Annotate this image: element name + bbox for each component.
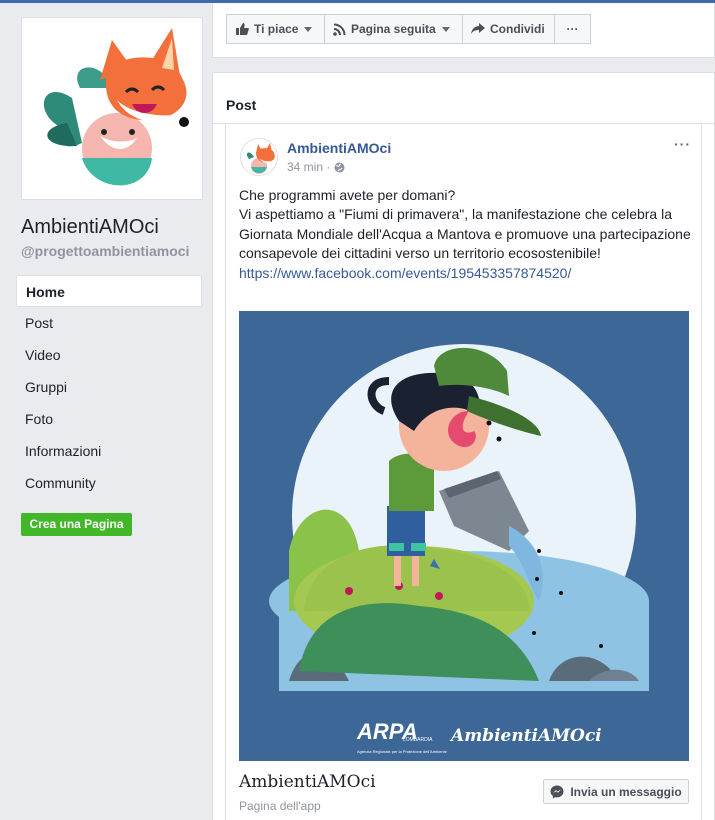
brand-wordmark: AmbientiAMOci (449, 726, 602, 746)
posts-section-title: Post (226, 97, 257, 113)
app-card-subtitle: Pagina dell'app (239, 799, 321, 813)
more-dots-icon: ··· (566, 22, 579, 36)
chevron-down-icon (441, 26, 450, 32)
nav-item-home[interactable]: Home (16, 275, 202, 307)
page-name[interactable]: AmbientiAMOci (21, 216, 159, 239)
arpa-logo-tagline: Agenzia Regionale per la Protezione dell… (357, 749, 448, 754)
like-button[interactable]: Ti piace (226, 14, 325, 44)
main-column: Ti piace Pagina seguita Condividi ··· Po… (212, 3, 715, 820)
page-handle: @progettoambientiamoci (21, 243, 190, 259)
thumbs-up-icon (235, 22, 249, 36)
share-arrow-icon (471, 23, 485, 35)
post-time[interactable]: 34 min · (287, 160, 330, 174)
post-meta: 34 min · (287, 160, 345, 174)
follow-label: Pagina seguita (351, 22, 436, 36)
profile-picture[interactable] (21, 17, 203, 200)
page-nav: Home Post Video Gruppi Foto Informazioni… (16, 275, 202, 499)
post-text: Che programmi avete per domani? Vi aspet… (239, 186, 694, 283)
more-actions-button[interactable]: ··· (554, 14, 591, 44)
send-message-label: Invia un messaggio (570, 784, 682, 799)
follow-button[interactable]: Pagina seguita (324, 14, 463, 44)
nav-item-video[interactable]: Video (16, 339, 202, 371)
nav-item-informazioni[interactable]: Informazioni (16, 435, 202, 467)
share-button[interactable]: Condividi (462, 14, 555, 44)
chevron-down-icon (304, 26, 313, 32)
send-message-button[interactable]: Invia un messaggio (543, 779, 689, 804)
author-avatar[interactable] (240, 138, 278, 176)
page-actions-bar: Ti piace Pagina seguita Condividi ··· (212, 3, 715, 58)
nav-item-foto[interactable]: Foto (16, 403, 202, 435)
post-text-line: Che programmi avete per domani? (239, 187, 456, 203)
post-text-line: Vi aspettiamo a "Fiumi di primavera", la… (239, 206, 691, 262)
rss-icon (333, 23, 346, 36)
app-card-name[interactable]: AmbientiAMOci (239, 772, 376, 792)
fox-kid-logo-icon (22, 18, 202, 199)
left-sidebar: AmbientiAMOci @progettoambientiamoci Hom… (0, 3, 212, 820)
create-page-button[interactable]: Crea una Pagina (21, 513, 132, 536)
post-image[interactable]: ARPA LOMBARDIA Agenzia Regionale per la … (239, 311, 689, 761)
globe-icon (334, 162, 345, 173)
share-label: Condividi (490, 22, 545, 36)
post-event-link[interactable]: https://www.facebook.com/events/19545335… (239, 265, 571, 281)
like-label: Ti piace (254, 22, 299, 36)
fox-kid-logo-icon (241, 139, 277, 175)
post: AmbientiAMOci 34 min · ··· Che programmi… (225, 123, 702, 820)
illustration-kid-pouring-water: ARPA LOMBARDIA Agenzia Regionale per la … (239, 311, 689, 761)
posts-section: Post AmbientiAMOci 34 min · ··· Che prog… (212, 72, 715, 820)
nav-item-community[interactable]: Community (16, 467, 202, 499)
post-options-button[interactable]: ··· (674, 136, 691, 152)
nav-item-gruppi[interactable]: Gruppi (16, 371, 202, 403)
messenger-icon (550, 785, 564, 799)
arpa-logo-sub: LOMBARDIA (403, 737, 433, 743)
post-author[interactable]: AmbientiAMOci (287, 140, 391, 156)
nav-item-post[interactable]: Post (16, 307, 202, 339)
section-divider (213, 123, 715, 124)
